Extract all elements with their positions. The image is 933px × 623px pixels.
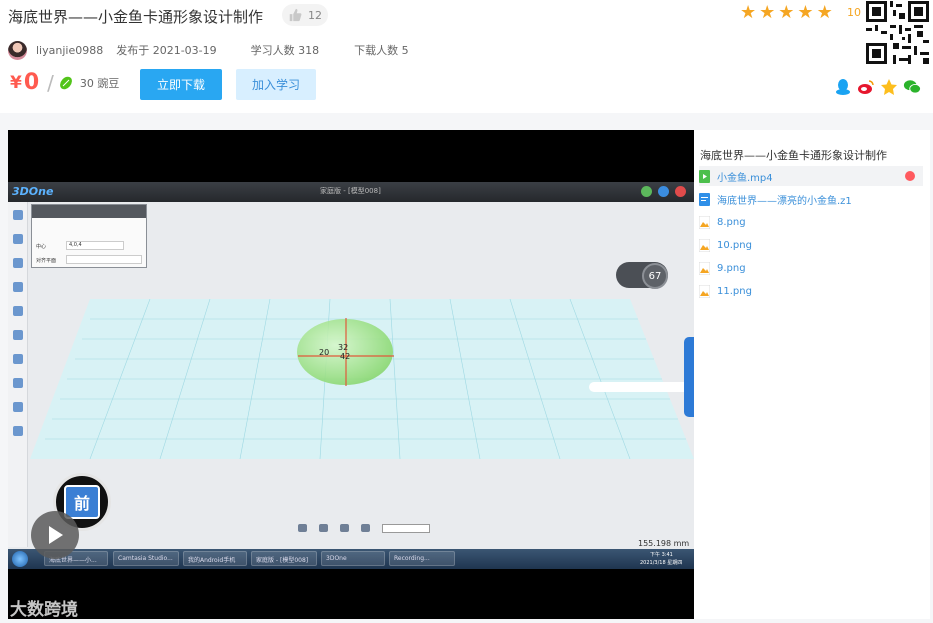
playlist-item[interactable]: 8.png bbox=[699, 212, 923, 232]
rating-stars: ★ ★ ★ ★ ★ bbox=[740, 3, 833, 23]
start-icon bbox=[12, 551, 28, 567]
like-button[interactable]: 12 bbox=[282, 4, 328, 26]
playlist-item[interactable]: 海底世界——漂亮的小金鱼.z1 bbox=[699, 189, 923, 209]
align-label: 对齐平面 bbox=[36, 258, 57, 264]
join-learning-button[interactable]: 加入学习 bbox=[236, 69, 316, 100]
taskbar-item: 3DOne bbox=[321, 551, 385, 566]
star-icon: ★ bbox=[778, 2, 795, 23]
course-meta: liyanjie0988 发布于 2021-03-19 学习人数 318 下载人… bbox=[8, 40, 409, 60]
publish-date: 发布于 2021-03-19 bbox=[116, 44, 217, 57]
play-button[interactable] bbox=[31, 511, 79, 559]
playlist-item-label: 小金鱼.mp4 bbox=[717, 172, 773, 184]
bean-price: 30 豌豆 bbox=[79, 76, 120, 90]
app-logo: 3DOne bbox=[12, 185, 54, 198]
bean-icon bbox=[59, 76, 72, 89]
image-file-icon bbox=[699, 238, 710, 252]
star-icon: ★ bbox=[740, 2, 757, 23]
share-bar bbox=[834, 78, 921, 96]
star-icon: ★ bbox=[797, 2, 814, 23]
scale-readout: 155.198 mm bbox=[638, 539, 690, 548]
image-file-icon bbox=[699, 215, 710, 229]
course-page: 海底世界——小金鱼卡通形象设计制作 12 ★ ★ ★ ★ ★ 10 liyanj… bbox=[0, 0, 933, 623]
thumbs-up-icon bbox=[289, 8, 302, 22]
video-frame: 3DOne 家庭版 - [模型008] 中心 4,0,4 对齐平面 32 20 … bbox=[8, 182, 694, 569]
price: ¥ 0 / 30 豌豆 bbox=[10, 70, 119, 95]
app-titlebar: 3DOne 家庭版 - [模型008] bbox=[8, 182, 694, 202]
mini-toolbar bbox=[589, 382, 694, 392]
video-file-icon bbox=[699, 169, 710, 183]
star-icon: ★ bbox=[816, 2, 833, 23]
playlist-item[interactable]: 9.png bbox=[699, 258, 923, 278]
doc-file-icon bbox=[699, 192, 710, 206]
clock-time: 下午 3:41 bbox=[650, 552, 673, 558]
playlist-item[interactable]: 11.png bbox=[699, 281, 923, 301]
avatar[interactable] bbox=[8, 40, 27, 60]
price-separator: / bbox=[47, 70, 54, 95]
playlist-item-label: 9.png bbox=[717, 262, 746, 274]
view-toolbar bbox=[298, 524, 430, 533]
app-toolbar bbox=[8, 202, 28, 547]
playlist-item-label: 海底世界——漂亮的小金鱼.z1 bbox=[717, 195, 852, 207]
qq-icon[interactable] bbox=[834, 78, 852, 96]
rating-score: 10 bbox=[847, 6, 861, 19]
taskbar-item: Recording... bbox=[389, 551, 455, 566]
playlist: 海底世界——小金鱼卡通形象设计制作 小金鱼.mp4 海底世界——漂亮的小金鱼.z… bbox=[694, 130, 930, 619]
side-tab bbox=[684, 337, 694, 417]
currency-symbol: ¥ bbox=[10, 72, 22, 93]
star-icon: ★ bbox=[759, 2, 776, 23]
learner-count: 学习人数 318 bbox=[250, 44, 320, 57]
course-title: 海底世界——小金鱼卡通形象设计制作 bbox=[8, 8, 264, 26]
dimension-label: 42 bbox=[340, 352, 351, 361]
image-file-icon bbox=[699, 261, 710, 275]
like-count: 12 bbox=[308, 8, 322, 22]
author-name[interactable]: liyanjie0988 bbox=[36, 44, 103, 57]
qr-code bbox=[866, 1, 929, 64]
video-player[interactable]: 3DOne 家庭版 - [模型008] 中心 4,0,4 对齐平面 32 20 … bbox=[8, 130, 694, 619]
qzone-icon[interactable] bbox=[880, 78, 898, 96]
maximize-icon bbox=[658, 186, 669, 197]
playlist-item-label: 11.png bbox=[717, 285, 752, 297]
wechat-icon[interactable] bbox=[903, 78, 921, 96]
clock-date: 2021/3/18 星期四 bbox=[640, 560, 683, 566]
zoom-indicator: 67 bbox=[642, 263, 668, 289]
front-view-label: 前 bbox=[64, 485, 100, 519]
close-icon bbox=[675, 186, 686, 197]
download-count: 下载人数 5 bbox=[354, 44, 409, 57]
playlist-item[interactable]: 10.png bbox=[699, 235, 923, 255]
taskbar-item: 我的Android手机 bbox=[183, 551, 247, 566]
playlist-title: 海底世界——小金鱼卡通形象设计制作 bbox=[700, 149, 887, 162]
weibo-icon[interactable] bbox=[857, 78, 875, 96]
playing-indicator bbox=[905, 171, 915, 181]
center-value: 4,0,4 bbox=[66, 241, 124, 250]
dimension-label: 20 bbox=[319, 348, 330, 357]
playlist-item[interactable]: 小金鱼.mp4 bbox=[699, 166, 923, 186]
center-label: 中心 bbox=[36, 244, 47, 250]
app-file-title: 家庭版 - [模型008] bbox=[320, 187, 381, 195]
image-file-icon bbox=[699, 284, 710, 298]
minimize-icon bbox=[641, 186, 652, 197]
play-icon bbox=[49, 526, 63, 544]
dimension-label: 32 bbox=[338, 343, 349, 352]
property-panel: 中心 4,0,4 对齐平面 bbox=[31, 204, 147, 268]
playlist-item-label: 10.png bbox=[717, 239, 752, 251]
download-button[interactable]: 立即下载 bbox=[140, 69, 222, 100]
taskbar-item: Camtasia Studio... bbox=[113, 551, 179, 566]
watermark: 大数跨境 bbox=[10, 600, 78, 619]
taskbar-item: 家庭版 - [模型008] bbox=[251, 551, 317, 566]
os-taskbar: 海底世界——小... Camtasia Studio... 我的Android手… bbox=[8, 549, 694, 569]
playlist-item-label: 8.png bbox=[717, 216, 746, 228]
price-amount: 0 bbox=[23, 70, 40, 95]
